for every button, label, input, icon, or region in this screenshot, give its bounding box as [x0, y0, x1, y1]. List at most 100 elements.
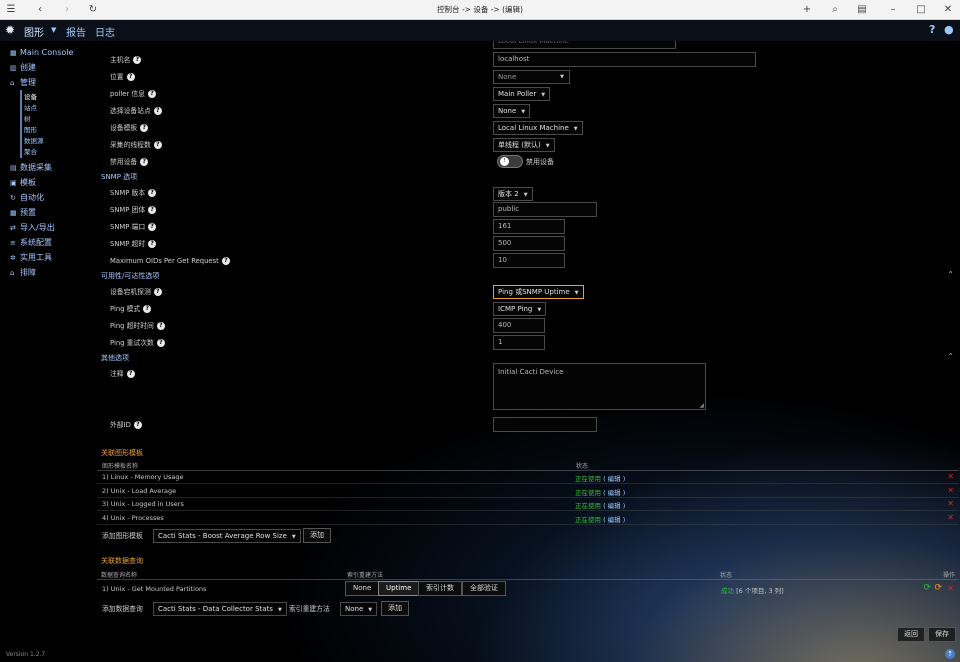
- reindex-option-verify-all[interactable]: 全部验证: [462, 581, 506, 596]
- ping-method-select[interactable]: ICMP Ping ▼: [493, 302, 547, 316]
- version-label: Version 1.2.7: [6, 651, 46, 658]
- location-select[interactable]: None ▼: [493, 70, 570, 84]
- delete-icon[interactable]: ✕: [947, 513, 954, 522]
- exchange-icon: ⇄: [10, 224, 16, 232]
- sidebar-sub-devices[interactable]: 设备: [24, 92, 37, 102]
- table-row: 4) Unix - Processes 正在使用 ( 编辑 ) ✕: [97, 512, 959, 525]
- help-icon: ?: [153, 141, 162, 149]
- sidebar-item-create[interactable]: ▥ 创建: [10, 62, 36, 73]
- delete-icon[interactable]: ✕: [947, 584, 954, 593]
- sidebar-item-troubleshooting[interactable]: ⌂ 排障: [10, 267, 36, 278]
- delete-icon[interactable]: ✕: [947, 499, 954, 508]
- col-reindex-method: 索引重建方法: [347, 572, 384, 579]
- sidebar-item-utilities[interactable]: ✲ 实用工具: [10, 252, 52, 263]
- caret-down-icon: ▼: [545, 143, 550, 149]
- external-id-input[interactable]: [493, 417, 597, 432]
- sidebar-sub-sites[interactable]: 站点: [24, 103, 37, 113]
- col-actions: 操作: [943, 572, 956, 579]
- caret-down-icon: ▼: [560, 74, 564, 80]
- close-icon[interactable]: ✕: [941, 3, 955, 17]
- reindex-option-none[interactable]: None: [345, 581, 380, 596]
- snmp-community-label: SNMP 团体?: [110, 205, 157, 215]
- snmp-community-input[interactable]: public: [493, 202, 597, 217]
- sidebar-sub-graphs[interactable]: 图形: [24, 125, 37, 135]
- reader-icon[interactable]: ▤: [855, 3, 869, 17]
- save-button[interactable]: 保存: [928, 627, 956, 642]
- user-icon[interactable]: ●: [944, 23, 954, 36]
- preset-icon: ▦: [10, 209, 17, 217]
- edit-link[interactable]: ( 编辑 ): [603, 516, 625, 524]
- poller-select[interactable]: Main Poller ▼: [493, 87, 551, 101]
- notes-textarea[interactable]: Initial Cacti Device ◢: [493, 363, 706, 410]
- tab-logs[interactable]: 日志: [95, 24, 115, 39]
- collapse-icon[interactable]: ⌃: [947, 352, 954, 361]
- downed-detection-select[interactable]: Ping 或SNMP Uptime ▼: [493, 285, 584, 299]
- col-data-query-name: 数据查询名称: [101, 572, 138, 579]
- ping-timeout-label: Ping 超时时间?: [110, 321, 165, 331]
- help-icon[interactable]: ?: [929, 23, 935, 36]
- maximize-icon[interactable]: □: [914, 3, 928, 17]
- add-data-query-button[interactable]: 添加: [381, 601, 409, 616]
- tab-graphs[interactable]: 图形: [24, 24, 44, 39]
- tab-reports[interactable]: 报告: [66, 24, 86, 39]
- reindex-method-select[interactable]: None ▼: [340, 602, 378, 616]
- sidebar-sub-datasources[interactable]: 数据源: [24, 136, 44, 146]
- sidebar-item-main-console[interactable]: ▦ Main Console: [10, 47, 73, 58]
- sidebar-item-presets[interactable]: ▦ 预置: [10, 207, 36, 218]
- add-graph-template-button[interactable]: 添加: [303, 528, 331, 543]
- list-icon: ≡: [10, 239, 16, 247]
- delete-icon[interactable]: ✕: [947, 472, 954, 481]
- delete-icon[interactable]: ✕: [947, 486, 954, 495]
- wrench-icon: ⌂: [10, 269, 15, 277]
- caret-down-icon: ▼: [368, 607, 373, 613]
- help-icon: ?: [133, 56, 142, 64]
- help-icon: ?: [126, 73, 135, 81]
- reindex-icon[interactable]: ⟳: [923, 583, 931, 593]
- scroll-top-icon[interactable]: ↑: [945, 649, 955, 659]
- edit-link[interactable]: ( 编辑 ): [603, 475, 625, 483]
- edit-link[interactable]: ( 编辑 ): [603, 489, 625, 497]
- sidebar-item-automation[interactable]: ↻ 自动化: [10, 192, 44, 203]
- disable-toggle-label: 禁用设备: [526, 158, 554, 166]
- search-icon[interactable]: ⌕: [828, 3, 842, 17]
- snmp-port-input[interactable]: 161: [493, 219, 565, 234]
- sidebar-sub-aggregates[interactable]: 聚合: [24, 147, 37, 157]
- help-icon: ?: [148, 189, 157, 197]
- template-select[interactable]: Local Linux Machine ▼: [493, 121, 583, 135]
- caret-down-icon: ▼: [523, 192, 528, 198]
- sidebar-item-templates[interactable]: ▣ 模板: [10, 177, 36, 188]
- reindex-option-index-count[interactable]: 索引计数: [418, 581, 462, 596]
- add-data-query-select[interactable]: Cacti Stats - Data Collector Stats ▼: [153, 602, 287, 616]
- sidebar: ▦ Main Console ▥ 创建 ⌂ 管理 设备 站点 树 图形 数据源 聚合 …: [0, 41, 95, 662]
- chart-icon: ▥: [10, 64, 17, 72]
- disable-toggle[interactable]: !: [497, 155, 523, 168]
- add-graph-template-select[interactable]: Cacti Stats - Boost Average Row Size ▼: [153, 529, 301, 543]
- help-icon: ?: [148, 240, 157, 248]
- collapse-icon[interactable]: ⌃: [947, 270, 954, 279]
- snmp-version-select[interactable]: 版本 2 ▼: [493, 187, 533, 201]
- sidebar-item-data-collection[interactable]: ▤ 数据采集: [10, 162, 52, 173]
- minimize-icon[interactable]: –: [886, 3, 900, 17]
- cacti-logo-icon[interactable]: ✹: [5, 23, 15, 37]
- location-label: 位置?: [110, 72, 135, 82]
- description-field[interactable]: Local Linux Machine: [493, 41, 676, 49]
- help-icon: ?: [153, 107, 162, 115]
- hostname-input[interactable]: localhost: [493, 52, 756, 67]
- edit-link[interactable]: ( 编辑 ): [603, 502, 625, 510]
- snmp-timeout-input[interactable]: 500: [493, 236, 565, 251]
- site-select[interactable]: None ▼: [493, 104, 531, 118]
- sidebar-item-configuration[interactable]: ≡ 系统配置: [10, 237, 52, 248]
- ping-timeout-input[interactable]: 400: [493, 318, 545, 333]
- sidebar-item-management[interactable]: ⌂ 管理: [10, 77, 36, 88]
- new-tab-icon[interactable]: +: [800, 3, 814, 17]
- reindex-option-uptime[interactable]: Uptime: [378, 581, 420, 596]
- sidebar-active-bar: [20, 90, 22, 158]
- back-button[interactable]: 返回: [897, 627, 925, 642]
- max-oids-input[interactable]: 10: [493, 253, 565, 268]
- ping-retries-input[interactable]: 1: [493, 335, 545, 350]
- sidebar-sub-trees[interactable]: 树: [24, 114, 31, 124]
- sidebar-item-import-export[interactable]: ⇄ 导入/导出: [10, 222, 55, 233]
- chevron-down-icon[interactable]: ▼: [51, 26, 56, 34]
- verbose-icon[interactable]: ⟳: [934, 583, 942, 593]
- threads-select[interactable]: 单线程 (默认) ▼: [493, 138, 555, 152]
